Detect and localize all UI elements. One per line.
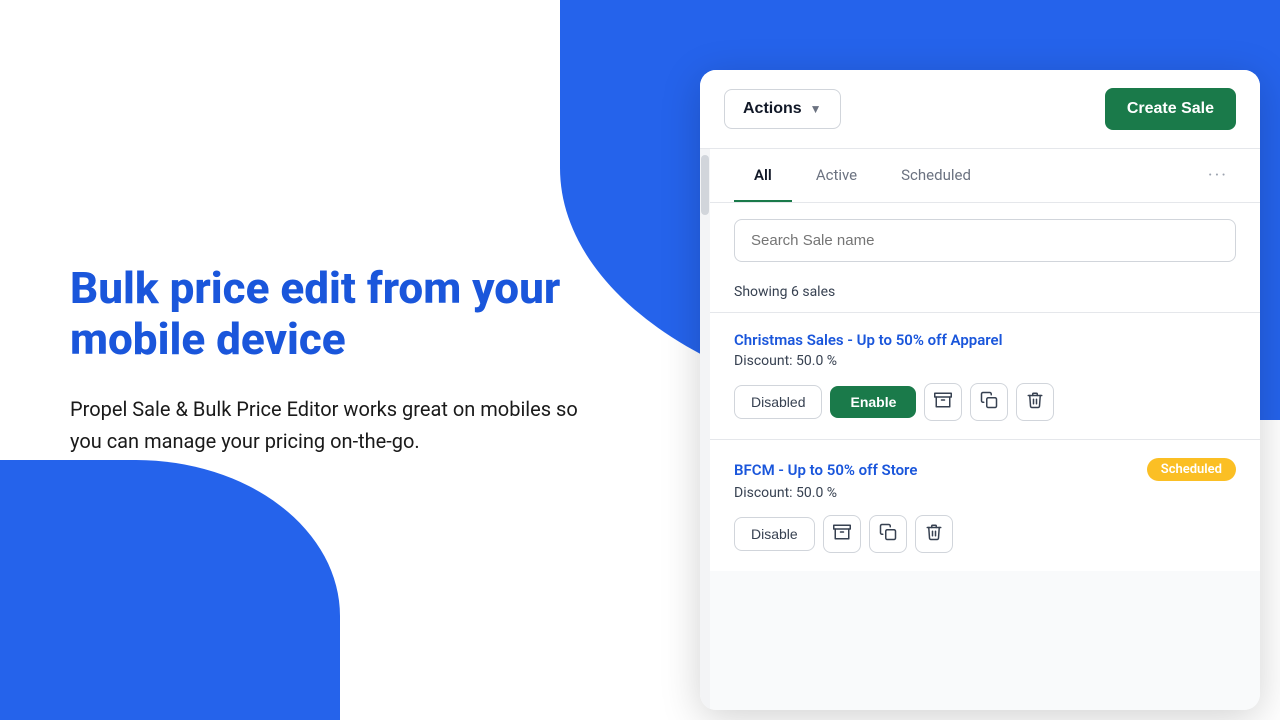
main-content: All Active Scheduled ··· Showing 6 sales [710,149,1260,710]
disabled-button-1[interactable]: Disabled [734,385,822,419]
tabs-bar: All Active Scheduled ··· [710,149,1260,203]
showing-count: Showing 6 sales [710,278,1260,312]
copy-icon-2 [879,523,897,546]
scheduled-badge: Scheduled [1147,458,1236,481]
sale-item-1: Christmas Sales - Up to 50% off Apparel … [710,312,1260,439]
hero-title: Bulk price edit from your mobile device [70,263,580,364]
sale-actions-2: Disable [734,515,1236,553]
app-panel: Actions ▼ Create Sale All Active [700,70,1260,710]
chevron-down-icon: ▼ [810,102,822,116]
scrollbar[interactable] [700,149,710,710]
create-sale-button[interactable]: Create Sale [1105,88,1236,130]
hero-description: Propel Sale & Bulk Price Editor works gr… [70,393,580,457]
tab-scheduled[interactable]: Scheduled [881,150,991,202]
disable-button-2[interactable]: Disable [734,517,815,551]
search-input[interactable] [734,219,1236,262]
sale-name-1[interactable]: Christmas Sales - Up to 50% off Apparel [734,331,1003,349]
content-area: All Active Scheduled ··· Showing 6 sales [700,149,1260,710]
scrollbar-thumb [701,155,709,215]
sale-actions-1: Disabled Enable [734,383,1236,421]
actions-label: Actions [743,100,802,118]
hero-panel: Bulk price edit from your mobile device … [0,0,650,720]
copy-button-2[interactable] [869,515,907,553]
sale-name-2[interactable]: BFCM - Up to 50% off Store [734,461,917,479]
copy-button-1[interactable] [970,383,1008,421]
archive-icon-2 [833,523,851,546]
sale-item-1-header: Christmas Sales - Up to 50% off Apparel [734,331,1236,349]
archive-button-1[interactable] [924,383,962,421]
delete-button-1[interactable] [1016,383,1054,421]
search-area [710,203,1260,278]
toolbar: Actions ▼ Create Sale [700,70,1260,149]
tab-active[interactable]: Active [796,150,877,202]
trash-icon-2 [925,523,943,546]
archive-icon [934,391,952,414]
trash-icon [1026,391,1044,414]
actions-button[interactable]: Actions ▼ [724,89,841,129]
app-card: Actions ▼ Create Sale All Active [700,70,1260,710]
sales-list: Christmas Sales - Up to 50% off Apparel … [710,312,1260,710]
sale-discount-1: Discount: 50.0 % [734,353,1236,369]
sale-item-2-header: BFCM - Up to 50% off Store Scheduled [734,458,1236,481]
sale-discount-2: Discount: 50.0 % [734,485,1236,501]
tab-all[interactable]: All [734,150,792,202]
archive-button-2[interactable] [823,515,861,553]
sale-item-2: BFCM - Up to 50% off Store Scheduled Dis… [710,439,1260,571]
enable-button-1[interactable]: Enable [830,386,916,418]
copy-icon [980,391,998,414]
delete-button-2[interactable] [915,515,953,553]
tab-more-button[interactable]: ··· [1200,149,1236,202]
